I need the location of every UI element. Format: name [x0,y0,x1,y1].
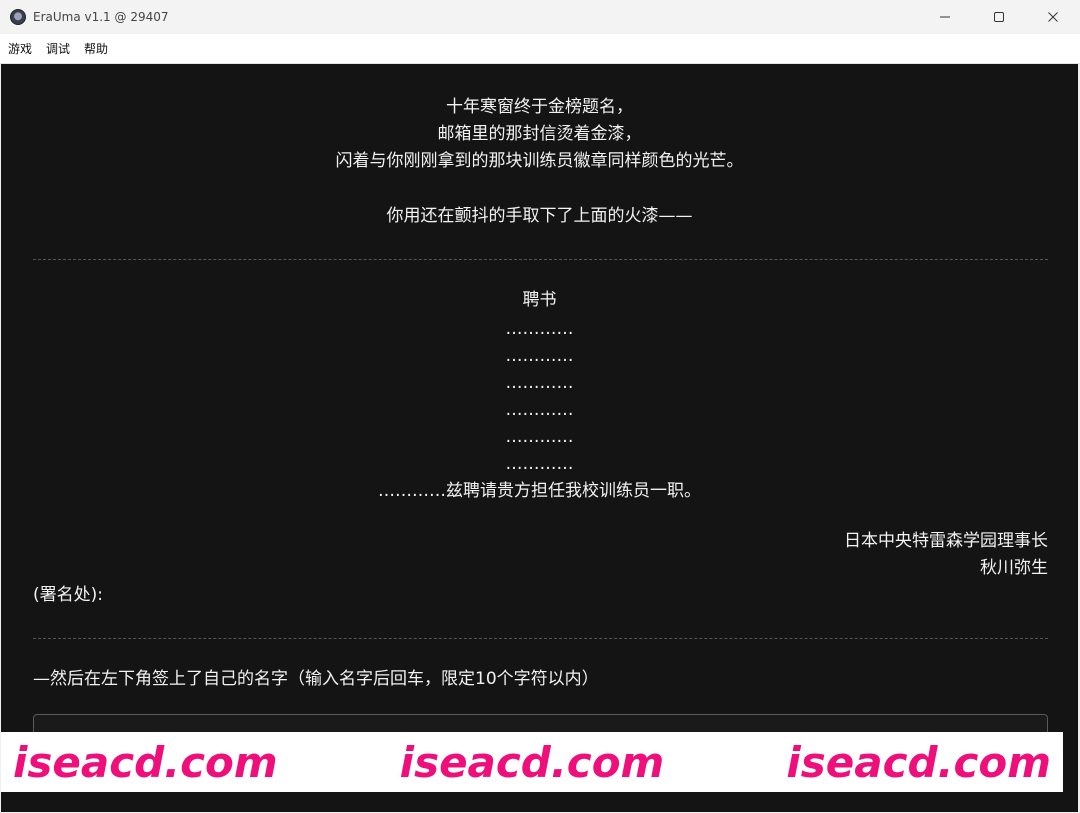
minimize-button[interactable] [918,0,972,34]
letter-dots: ………… [505,400,574,420]
close-button[interactable] [1026,0,1080,34]
watermark-text: iseacd.com [13,737,278,787]
signature-label: (署名处): [33,585,103,605]
story-line: 闪着与你刚刚拿到的那块训练员徽章同样颜色的光芒。 [335,151,744,171]
minimize-icon [940,16,950,18]
menu-debug[interactable]: 调试 [46,40,70,57]
menu-help[interactable]: 帮助 [84,40,108,57]
watermark-text: iseacd.com [786,737,1051,787]
letter-heading: 聘书 [522,290,557,310]
menu-bar: 游戏 调试 帮助 [0,34,1080,64]
title-bar[interactable]: EraUma v1.1 @ 29407 [0,0,1080,34]
window-title: EraUma v1.1 @ 29407 [33,10,169,24]
maximize-button[interactable] [972,0,1026,34]
signature-org: 日本中央特雷森学园理事长 [844,531,1048,551]
menu-game[interactable]: 游戏 [8,40,32,57]
prompt-text: —然后在左下角签上了自己的名字（输入名字后回车，限定10个字符以内） [33,669,599,689]
signature-name: 秋川弥生 [980,558,1048,578]
letter-dots: ………… [505,427,574,447]
watermark-banner: iseacd.com iseacd.com iseacd.com [1,732,1063,792]
game-text-area: 十年寒窗终于金榜题名， 邮箱里的那封信烫着金漆， 闪着与你刚刚拿到的那块训练员徽… [1,64,1078,812]
story-line: 十年寒窗终于金榜题名， [446,97,633,117]
letter-dots: ………… [505,454,574,474]
letter-body: …………兹聘请贵方担任我校训练员一职。 [378,481,701,501]
story-line: 你用还在颤抖的手取下了上面的火漆—— [386,206,693,226]
letter-dots: ………… [505,346,574,366]
close-icon [1048,12,1058,22]
window-controls [918,0,1080,34]
divider [33,638,1048,639]
watermark-text: iseacd.com [399,737,665,787]
divider [33,259,1048,260]
maximize-icon [994,12,1004,22]
letter-dots: ………… [505,319,574,339]
story-line: 邮箱里的那封信烫着金漆， [437,124,642,144]
app-logo-icon [10,9,26,25]
letter-dots: ………… [505,373,574,393]
